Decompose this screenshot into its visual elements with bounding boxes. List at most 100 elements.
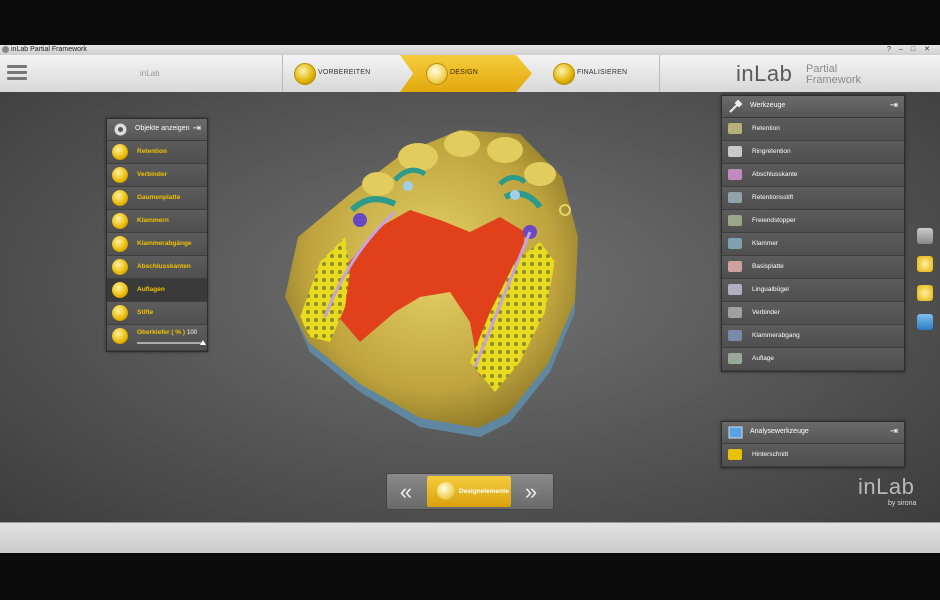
tool-label: Klammer xyxy=(752,240,779,247)
list-item-abschlusskanten[interactable]: Abschlusskanten xyxy=(107,256,207,279)
tool-retention[interactable]: Retention xyxy=(722,118,904,141)
workflow-steps: VORBEREITEN DESIGN FINALISIEREN xyxy=(282,55,660,92)
abschlusskanten-icon xyxy=(112,259,128,275)
analysis-panel: Analysewerkzeuge ⇥ Hinterschnitt xyxy=(721,421,905,468)
finalisieren-icon xyxy=(553,63,575,85)
analysis-icon xyxy=(728,426,743,439)
list-item-label: Gaumenplatte xyxy=(137,194,181,201)
window-title: inLab Partial Framework xyxy=(11,46,87,53)
list-item-stifte[interactable]: Stifte xyxy=(107,302,207,325)
freiendstopper-tool-icon xyxy=(728,215,742,226)
retentionsstift-tool-icon xyxy=(728,192,742,203)
basisplatte-tool-icon xyxy=(728,261,742,272)
edit-tool-icon[interactable] xyxy=(917,285,933,301)
analysis-panel-title: Analysewerkzeuge xyxy=(750,428,809,435)
tool-label: Auflage xyxy=(752,355,775,362)
pin-icon[interactable]: ⇥ xyxy=(890,426,898,437)
eye-tooth-icon xyxy=(114,123,127,136)
list-item-klammern[interactable]: Klammern xyxy=(107,210,207,233)
verbinder-icon xyxy=(112,167,128,183)
wrench-icon xyxy=(729,99,743,113)
previous-button[interactable]: « xyxy=(390,479,422,504)
tool-auflage[interactable]: Auflage xyxy=(722,348,904,371)
brand-by: by sirona xyxy=(888,500,917,507)
bottom-bar xyxy=(0,522,940,554)
list-item-auflagen[interactable]: Auflagen xyxy=(107,279,207,302)
verbinder-tool-icon xyxy=(728,307,742,318)
list-item-gaumenplatte[interactable]: Gaumenplatte xyxy=(107,187,207,210)
logo-brand: inLab xyxy=(736,61,793,86)
list-item-klammerabgaenge[interactable]: Klammerabgänge xyxy=(107,233,207,256)
minimize-button[interactable]: – xyxy=(896,45,906,55)
pin-icon[interactable]: ⇥ xyxy=(890,100,898,111)
tool-label: Klammerabgang xyxy=(752,332,800,339)
klammerabgaenge-icon xyxy=(112,236,128,252)
screenshot-icon[interactable] xyxy=(917,314,933,330)
design-tool-icon[interactable] xyxy=(917,256,933,272)
tool-abschlusskante[interactable]: Abschlusskante xyxy=(722,164,904,187)
tool-label: Freiendstopper xyxy=(752,217,796,224)
step-vorbereiten[interactable]: VORBEREITEN xyxy=(282,55,407,92)
pin-icon[interactable]: ⇥ xyxy=(193,123,201,134)
design-element-navigator: « Designelemente » xyxy=(386,473,554,510)
window-titlebar: inLab Partial Framework ? – □ ✕ xyxy=(0,45,940,55)
list-item-label: Retention xyxy=(137,148,167,155)
tool-klammer[interactable]: Klammer xyxy=(722,233,904,256)
vorbereiten-icon xyxy=(294,63,316,85)
step-label: DESIGN xyxy=(450,69,479,76)
divider xyxy=(282,55,283,92)
lingualbuegel-tool-icon xyxy=(728,284,742,295)
brand-name: inLab xyxy=(858,474,915,499)
objects-panel-title: Objekte anzeigen xyxy=(135,125,190,132)
tool-freiendstopper[interactable]: Freiendstopper xyxy=(722,210,904,233)
design-elements-button[interactable]: Designelemente xyxy=(427,476,511,507)
list-item-verbinder[interactable]: Verbinder xyxy=(107,164,207,187)
tool-label: Basisplatte xyxy=(752,263,784,270)
tool-ringretention[interactable]: Ringretention xyxy=(722,141,904,164)
list-item-retention[interactable]: Retention xyxy=(107,141,207,164)
tool-label: Retention xyxy=(752,125,780,132)
tool-verbinder[interactable]: Verbinder xyxy=(722,302,904,325)
tools-panel-title: Werkzeuge xyxy=(750,102,786,109)
objects-panel: Objekte anzeigen ⇥ Retention Verbinder G… xyxy=(106,118,208,352)
tool-retentionsstift[interactable]: Retentionsstift xyxy=(722,187,904,210)
tool-hinterschnitt[interactable]: Hinterschnitt xyxy=(722,444,904,467)
stifte-icon xyxy=(112,305,128,321)
auflagen-icon xyxy=(112,282,128,298)
design-elements-label: Designelemente xyxy=(459,488,509,495)
list-item-label: Klammern xyxy=(137,217,169,224)
list-item-label: Stifte xyxy=(137,309,154,316)
maximize-button[interactable]: □ xyxy=(908,45,918,55)
klammern-icon xyxy=(112,213,128,229)
letterbox-bottom xyxy=(0,553,940,600)
auflage-tool-icon xyxy=(728,353,742,364)
help-button[interactable]: ? xyxy=(884,45,894,55)
slider-handle[interactable] xyxy=(200,340,206,345)
next-button[interactable]: » xyxy=(515,479,547,504)
opacity-slider[interactable] xyxy=(137,342,201,344)
list-item-label: Verbinder xyxy=(137,171,167,178)
hinterschnitt-tool-icon xyxy=(728,449,742,460)
app-icon xyxy=(2,46,9,53)
step-design[interactable]: DESIGN xyxy=(400,55,532,92)
list-item-label: Auflagen xyxy=(137,286,165,293)
menu-icon xyxy=(7,65,27,68)
tools-panel-header: Werkzeuge ⇥ xyxy=(722,96,904,118)
inlab-partial-framework-logo: inLab Partial Framework xyxy=(736,61,936,89)
tool-label: Abschlusskante xyxy=(752,171,798,178)
tool-label: Hinterschnitt xyxy=(752,451,789,458)
app-header: inLab VORBEREITEN DESIGN FINALISIEREN in… xyxy=(0,55,940,93)
cube-view-icon[interactable] xyxy=(917,228,933,244)
letterbox-top xyxy=(0,0,940,45)
menu-button[interactable] xyxy=(7,65,27,81)
tool-basisplatte[interactable]: Basisplatte xyxy=(722,256,904,279)
tool-lingualbuegel[interactable]: Lingualbügel xyxy=(722,279,904,302)
step-finalisieren[interactable]: FINALISIEREN xyxy=(537,55,660,92)
close-button[interactable]: ✕ xyxy=(922,45,932,55)
list-item-label: Abschlusskanten xyxy=(137,263,191,270)
design-icon xyxy=(426,63,448,85)
step-label: VORBEREITEN xyxy=(318,69,371,76)
objects-panel-header: Objekte anzeigen ⇥ xyxy=(107,119,207,141)
tool-klammerabgang[interactable]: Klammerabgang xyxy=(722,325,904,348)
slider-label: Oberkiefer ( % ) xyxy=(137,329,186,336)
